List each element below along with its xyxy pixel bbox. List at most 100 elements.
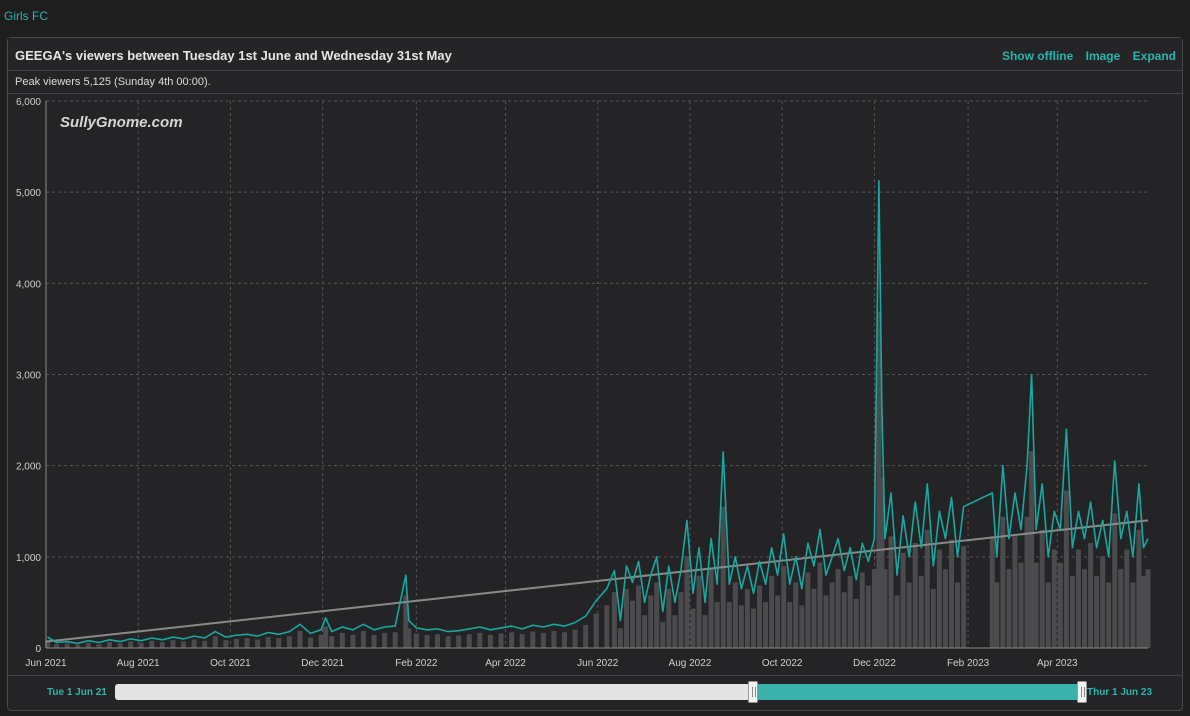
viewer-bar: [696, 575, 702, 648]
viewer-bar: [1063, 490, 1069, 648]
viewer-bar: [738, 605, 744, 648]
viewer-bar: [1051, 549, 1057, 648]
viewer-bar: [678, 592, 684, 648]
x-tick-label: Jun 2021: [25, 658, 67, 669]
viewer-bar: [212, 636, 218, 648]
viewer-bar: [1088, 542, 1094, 648]
viewer-bar: [159, 642, 165, 648]
viewer-bar: [1112, 513, 1118, 648]
x-tick-label: Apr 2023: [1037, 658, 1078, 669]
viewer-bar: [323, 626, 329, 648]
x-tick-label: Feb 2022: [395, 658, 438, 669]
viewer-bar: [106, 642, 112, 648]
viewer-bar: [811, 588, 817, 648]
y-tick-label: 5,000: [16, 188, 41, 199]
viewer-bar: [117, 643, 123, 648]
range-start-label: Tue 1 Jun 21: [47, 687, 107, 698]
viewer-bar: [1136, 529, 1142, 648]
x-tick-label: Oct 2021: [210, 658, 251, 669]
x-tick-label: Oct 2022: [762, 658, 803, 669]
viewer-bar: [720, 506, 726, 648]
y-tick-label: 0: [35, 644, 41, 655]
viewer-bar: [660, 621, 666, 648]
range-selection[interactable]: [753, 684, 1082, 700]
viewer-bar: [763, 602, 769, 648]
viewer-bar: [170, 640, 176, 648]
viewer-bar: [593, 613, 599, 648]
viewer-bar: [64, 643, 70, 648]
viewer-bar: [865, 585, 871, 648]
viewer-bar: [604, 605, 610, 648]
viewer-bar: [392, 632, 398, 648]
viewer-bar: [684, 556, 690, 648]
viewer-bar: [498, 633, 504, 648]
range-start-handle[interactable]: [748, 681, 759, 703]
viewer-bar: [572, 629, 578, 648]
viewer-bar: [223, 640, 229, 648]
viewer-bar: [1145, 569, 1151, 648]
viewer-bar: [1100, 556, 1106, 648]
x-tick-label: Apr 2022: [485, 658, 526, 669]
viewer-bar: [630, 600, 636, 648]
viewer-bar: [702, 615, 708, 648]
viewer-bar: [750, 608, 756, 648]
viewer-bar: [894, 595, 900, 648]
viewer-bar: [350, 634, 356, 648]
viewer-bar: [1094, 575, 1100, 648]
viewer-bar: [551, 630, 557, 648]
viewer-bar: [435, 634, 441, 648]
viewer-bar: [181, 641, 187, 648]
viewer-bar: [1124, 549, 1130, 648]
viewer-bar: [530, 631, 536, 648]
viewer-bar: [413, 633, 419, 648]
viewer-bar: [672, 615, 678, 648]
range-end-handle[interactable]: [1077, 681, 1087, 703]
y-tick-label: 6,000: [16, 97, 41, 108]
viewer-bar: [85, 642, 91, 648]
viewer-bar: [509, 632, 515, 648]
viewer-bar: [445, 636, 451, 648]
viewer-bar: [487, 634, 493, 648]
viewer-bar: [1082, 569, 1088, 648]
viewer-bar: [1057, 562, 1063, 648]
y-tick-label: 1,000: [16, 553, 41, 564]
viewer-bar: [847, 575, 853, 648]
viewer-bar: [636, 585, 642, 648]
viewer-bar: [360, 630, 366, 648]
viewer-bar: [1140, 575, 1146, 648]
viewer-bar: [611, 592, 617, 648]
viewer-bar: [149, 640, 155, 648]
viewer-bar: [642, 615, 648, 648]
viewer-bar: [936, 549, 942, 648]
viewer-bar: [769, 575, 775, 648]
viewer-bar: [96, 644, 102, 648]
channel-link[interactable]: Girls FC: [4, 9, 48, 23]
x-tick-label: Feb 2023: [947, 658, 990, 669]
x-tick-label: Aug 2021: [117, 658, 160, 669]
viewer-bar: [318, 634, 324, 648]
viewer-bar: [989, 536, 995, 648]
viewer-bar: [244, 638, 250, 648]
x-tick-label: Dec 2021: [301, 658, 344, 669]
viewer-bar: [853, 598, 859, 648]
viewer-bar: [744, 588, 750, 648]
viewer-bar: [805, 572, 811, 648]
viewer-bar: [726, 602, 732, 648]
viewer-bar: [930, 588, 936, 648]
viewer-bar: [1118, 569, 1124, 648]
viewer-bar: [906, 582, 912, 648]
viewer-bar: [1024, 516, 1030, 648]
x-tick-label: Jun 2022: [577, 658, 619, 669]
viewer-bar: [561, 632, 567, 648]
viewer-bar: [942, 569, 948, 648]
viewer-bar: [757, 585, 763, 648]
viewer-bar: [623, 588, 629, 648]
viewer-bar: [823, 595, 829, 648]
viewer-bar: [138, 642, 144, 648]
viewer-bar: [781, 565, 787, 648]
viewer-bar: [1106, 582, 1112, 648]
y-tick-label: 4,000: [16, 279, 41, 290]
viewer-bar: [1075, 549, 1081, 648]
viewer-bar: [888, 536, 894, 648]
viewer-bar: [371, 634, 377, 648]
